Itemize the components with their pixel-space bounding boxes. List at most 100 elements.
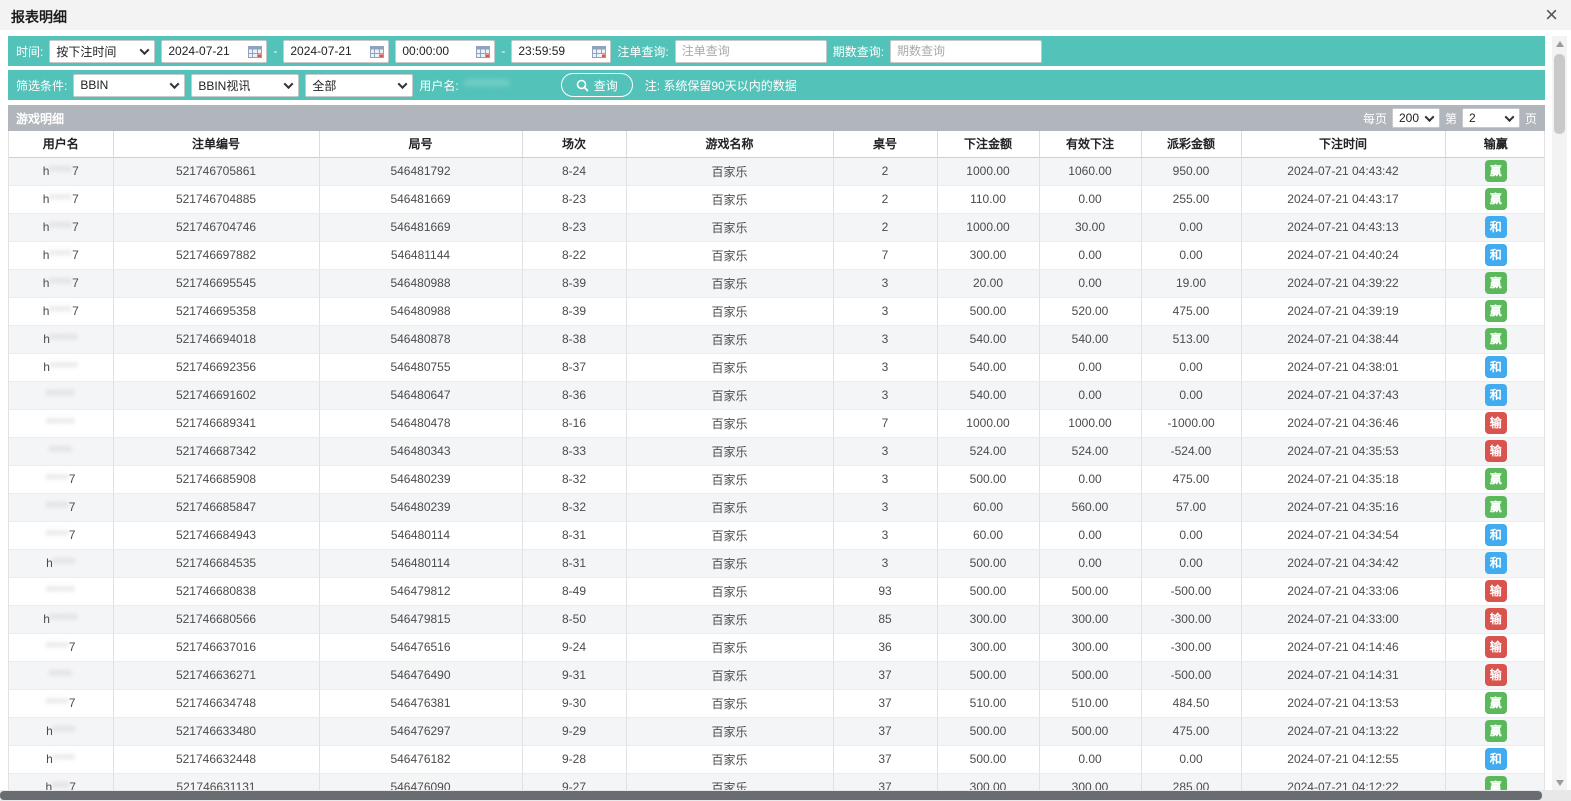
- cell-valid-bet: 524.00: [1039, 437, 1141, 465]
- result-badge[interactable]: 输: [1485, 608, 1507, 630]
- cell-bet-time: 2024-07-21 04:35:53: [1241, 437, 1445, 465]
- period-query-input[interactable]: [897, 44, 1037, 58]
- cell-payout: 0.00: [1141, 213, 1241, 241]
- cell-result: 赢: [1445, 185, 1545, 213]
- cell-username: h****7: [9, 213, 113, 241]
- result-badge[interactable]: 赢: [1485, 188, 1507, 210]
- calendar-icon[interactable]: [476, 45, 490, 58]
- calendar-icon[interactable]: [370, 45, 384, 58]
- cell-game-name: 百家乐: [626, 633, 833, 661]
- cell-session: 8-31: [522, 521, 626, 549]
- vendor-select[interactable]: BBIN: [73, 74, 185, 97]
- horizontal-scrollbar-thumb[interactable]: [0, 791, 1542, 800]
- per-page-select[interactable]: 200: [1392, 108, 1440, 128]
- cell-username: ****7: [9, 521, 113, 549]
- time-from-input[interactable]: [402, 44, 472, 58]
- time-to-input[interactable]: [518, 44, 588, 58]
- date-from-field[interactable]: [161, 40, 267, 63]
- table-row: h***** 521746680566 546479815 8-50 百家乐 8…: [9, 605, 1545, 633]
- cell-payout: -524.00: [1141, 437, 1241, 465]
- cell-round-number: 546481792: [319, 157, 522, 185]
- cell-payout: 19.00: [1141, 269, 1241, 297]
- cell-bet-time: 2024-07-21 04:36:46: [1241, 409, 1445, 437]
- vertical-scrollbar[interactable]: [1552, 36, 1567, 790]
- search-button[interactable]: 查询: [561, 73, 633, 97]
- calendar-icon[interactable]: [248, 45, 262, 58]
- result-badge[interactable]: 赢: [1485, 468, 1507, 490]
- result-badge[interactable]: 输: [1485, 664, 1507, 686]
- time-to-field[interactable]: [511, 40, 611, 63]
- result-badge[interactable]: 和: [1485, 748, 1507, 770]
- result-badge[interactable]: 赢: [1485, 692, 1507, 714]
- cell-table-number: 37: [833, 773, 937, 790]
- cell-bet-amount: 300.00: [937, 605, 1039, 633]
- table-row: ****7 521746684943 546480114 8-31 百家乐 3 …: [9, 521, 1545, 549]
- column-header: 游戏名称: [626, 131, 833, 157]
- table-row: **** 521746636271 546476490 9-31 百家乐 37 …: [9, 661, 1545, 689]
- bet-query-input[interactable]: [682, 44, 822, 58]
- cell-result: 和: [1445, 745, 1545, 773]
- time-from-field[interactable]: [395, 40, 495, 63]
- vertical-scrollbar-thumb[interactable]: [1554, 54, 1565, 134]
- result-badge[interactable]: 输: [1485, 440, 1507, 462]
- result-badge[interactable]: 赢: [1485, 776, 1507, 790]
- scroll-down-button[interactable]: [1552, 775, 1567, 790]
- horizontal-scrollbar[interactable]: [0, 790, 1571, 801]
- cell-game-name: 百家乐: [626, 241, 833, 269]
- cell-valid-bet: 0.00: [1039, 353, 1141, 381]
- cell-bet-number: 521746704746: [113, 213, 319, 241]
- cell-game-name: 百家乐: [626, 297, 833, 325]
- result-badge[interactable]: 和: [1485, 524, 1507, 546]
- cell-username: h****: [9, 549, 113, 577]
- result-badge[interactable]: 赢: [1485, 160, 1507, 182]
- result-badge[interactable]: 赢: [1485, 720, 1507, 742]
- result-badge[interactable]: 赢: [1485, 300, 1507, 322]
- cell-payout: 475.00: [1141, 465, 1241, 493]
- result-badge[interactable]: 赢: [1485, 328, 1507, 350]
- cell-game-name: 百家乐: [626, 213, 833, 241]
- result-badge[interactable]: 输: [1485, 580, 1507, 602]
- cell-bet-time: 2024-07-21 04:33:06: [1241, 577, 1445, 605]
- close-icon[interactable]: ×: [1545, 2, 1558, 28]
- result-badge[interactable]: 赢: [1485, 272, 1507, 294]
- time-type-select[interactable]: 按下注时间: [49, 40, 155, 63]
- cell-valid-bet: 0.00: [1039, 241, 1141, 269]
- category-select[interactable]: BBIN视讯: [191, 74, 299, 97]
- result-badge[interactable]: 和: [1485, 356, 1507, 378]
- chevron-down-icon: [140, 45, 150, 55]
- calendar-icon[interactable]: [592, 45, 606, 58]
- date-to-input[interactable]: [290, 44, 366, 58]
- cell-bet-amount: 500.00: [937, 745, 1039, 773]
- section-title: 游戏明细: [16, 110, 64, 127]
- scroll-up-button[interactable]: [1552, 36, 1567, 51]
- column-header: 注单编号: [113, 131, 319, 157]
- period-query-field[interactable]: [890, 40, 1042, 63]
- page-prefix-label: 第: [1445, 110, 1457, 127]
- table-body: h****7 521746705861 546481792 8-24 百家乐 2…: [9, 157, 1545, 790]
- date-from-input[interactable]: [168, 44, 244, 58]
- retention-note: 注: 系统保留90天以内的数据: [645, 77, 797, 94]
- result-badge[interactable]: 和: [1485, 384, 1507, 406]
- result-badge[interactable]: 和: [1485, 216, 1507, 238]
- cell-round-number: 546476381: [319, 689, 522, 717]
- table-row: h****7 521746704746 546481669 8-23 百家乐 2…: [9, 213, 1545, 241]
- result-badge[interactable]: 赢: [1485, 496, 1507, 518]
- result-badge[interactable]: 输: [1485, 412, 1507, 434]
- scope-select[interactable]: 全部: [305, 74, 413, 97]
- cell-table-number: 3: [833, 325, 937, 353]
- result-badge[interactable]: 和: [1485, 244, 1507, 266]
- cell-bet-time: 2024-07-21 04:14:31: [1241, 661, 1445, 689]
- bet-query-field[interactable]: [675, 40, 827, 63]
- column-header: 场次: [522, 131, 626, 157]
- result-badge[interactable]: 和: [1485, 552, 1507, 574]
- result-badge[interactable]: 输: [1485, 636, 1507, 658]
- period-query-label: 期数查询:: [833, 43, 884, 60]
- page-select[interactable]: 2: [1462, 108, 1520, 128]
- date-to-field[interactable]: [283, 40, 389, 63]
- cell-session: 8-49: [522, 577, 626, 605]
- cell-game-name: 百家乐: [626, 325, 833, 353]
- cell-username: ****7: [9, 493, 113, 521]
- scroll-up-icon: [1556, 41, 1564, 47]
- cell-game-name: 百家乐: [626, 745, 833, 773]
- cell-table-number: 3: [833, 353, 937, 381]
